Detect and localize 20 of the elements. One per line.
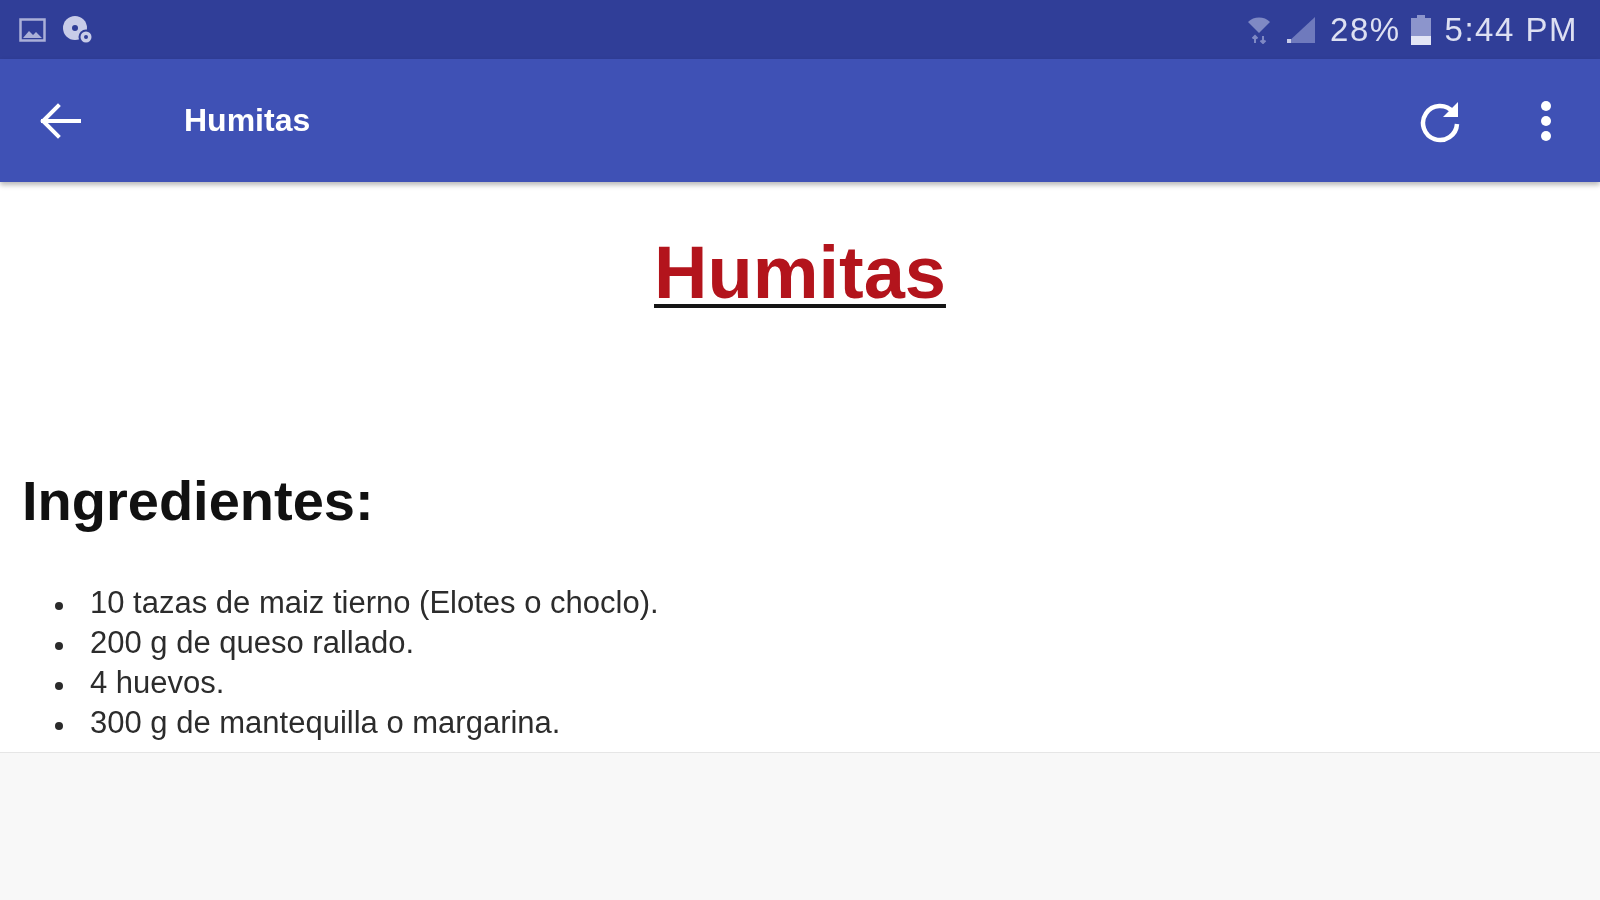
ingredient-item: 200 g de queso rallado. (90, 624, 415, 662)
image-icon (19, 17, 46, 42)
recipe-title: Humitas (654, 231, 946, 314)
clock-time: 5:44 PM (1444, 13, 1578, 46)
bullet-icon (55, 681, 63, 690)
app-bar-title: Humitas (184, 102, 311, 139)
more-vertical-icon (1540, 99, 1552, 142)
ingredient-item: 300 g de mantequilla o margarina. (90, 704, 561, 742)
section-heading: Ingredientes: (22, 469, 374, 532)
battery-icon (1410, 14, 1431, 45)
bullet-icon (55, 641, 63, 650)
back-arrow-icon (39, 102, 81, 139)
ingredient-item: 10 tazas de maiz tierno (Elotes o choclo). (90, 584, 659, 622)
ingredient-item: 4 huevos. (90, 664, 225, 702)
bullet-icon (55, 721, 63, 730)
wifi-icon (1247, 15, 1272, 44)
battery-percent: 28% (1330, 13, 1401, 46)
signal-icon (1286, 15, 1317, 44)
disc-badge-icon (62, 14, 94, 45)
bullet-icon (55, 601, 63, 610)
